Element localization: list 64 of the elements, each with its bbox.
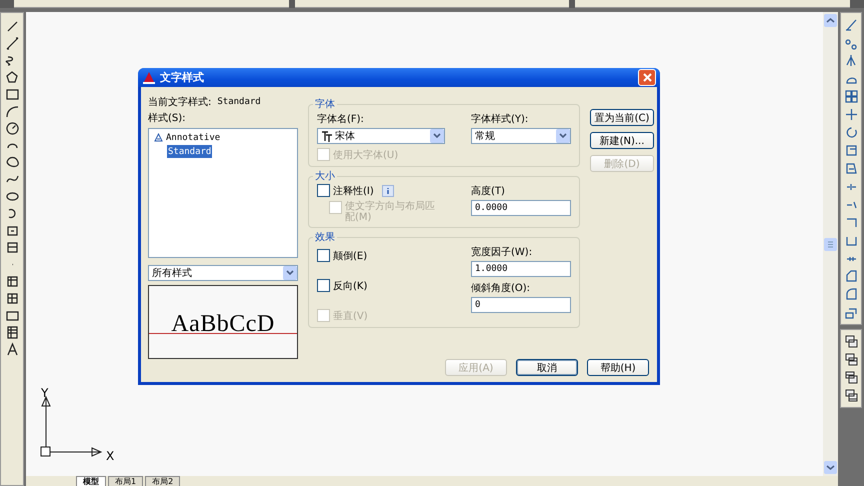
tool-icon[interactable] — [4, 121, 20, 136]
layout-tab[interactable]: 布局2 — [145, 476, 180, 486]
tool-icon[interactable] — [4, 342, 20, 357]
tool-icon[interactable] — [4, 36, 20, 51]
oblique-angle-input[interactable]: 0 — [471, 297, 571, 313]
dialog-button[interactable]: 新建(N)... — [590, 132, 654, 149]
annotative-icon — [154, 133, 163, 142]
scroll-up-icon[interactable] — [824, 14, 837, 27]
tool-icon[interactable] — [4, 70, 20, 85]
tool-icon[interactable] — [4, 325, 20, 340]
checkbox[interactable] — [317, 279, 330, 292]
truetype-icon — [321, 130, 332, 142]
field-label: 倾斜角度(O): — [471, 282, 532, 295]
group-title: 大小 — [314, 170, 336, 183]
checkbox[interactable] — [317, 249, 330, 262]
checkbox-label: 注释性(I) — [333, 184, 374, 198]
scroll-down-icon[interactable] — [824, 461, 837, 474]
group-title: 字体 — [314, 98, 336, 111]
preview-text: AaBbCcD — [171, 312, 275, 336]
dialog-button[interactable]: 帮助(H) — [587, 359, 649, 376]
checkbox-label: 颠倒(E) — [333, 250, 368, 263]
tool-icon[interactable] — [4, 291, 20, 306]
layout-tab[interactable]: 布局1 — [108, 476, 144, 486]
field-label: 高度(T) — [471, 184, 506, 198]
field-label: 字体样式(Y): — [471, 112, 530, 126]
group-title: 效果 — [314, 231, 336, 244]
style-filter-dropdown[interactable]: 所有样式 — [148, 265, 298, 281]
tool-icon[interactable] — [844, 388, 858, 403]
tool-icon[interactable] — [844, 370, 858, 385]
close-button[interactable] — [638, 69, 656, 86]
checkbox-label: 使用大字体(U) — [333, 148, 398, 162]
app-logo-icon — [142, 70, 156, 84]
close-icon[interactable] — [642, 73, 652, 82]
tool-icon[interactable] — [4, 87, 20, 102]
tool-icon[interactable] — [4, 104, 20, 119]
field-label: 字体名(F): — [317, 112, 365, 126]
height-input[interactable]: 0.0000 — [471, 200, 571, 216]
x-axis-label: X — [106, 449, 114, 463]
dialog-button[interactable]: 取消 — [516, 359, 578, 376]
y-axis-label: Y — [41, 386, 48, 400]
styles-label: 样式(S): — [148, 112, 187, 125]
checkbox-label: 使文字方向与布局匹配(M) — [345, 201, 436, 223]
current-style-value: Standard — [217, 97, 261, 107]
tool-icon[interactable] — [844, 334, 858, 349]
field-label: 宽度因子(W): — [471, 246, 534, 259]
style-item[interactable]: Standard — [167, 145, 212, 158]
checkbox-label: 垂直(V) — [333, 310, 368, 323]
font-style-dropdown[interactable]: 常规 — [471, 128, 571, 144]
width-factor-input[interactable]: 1.0000 — [471, 261, 571, 277]
tool-icon[interactable] — [4, 274, 20, 289]
scroll-thumb-icon[interactable] — [824, 238, 837, 250]
font-name-dropdown[interactable]: 宋体 — [317, 128, 445, 144]
dialog-title: 文字样式 — [160, 70, 205, 85]
tool-icon[interactable] — [4, 155, 20, 170]
tool-icon[interactable] — [844, 352, 858, 367]
checkbox-label: 反向(K) — [333, 280, 368, 293]
layout-tab[interactable]: 模型 — [76, 476, 106, 486]
vertical-scrollbar[interactable] — [823, 12, 838, 476]
style-item[interactable]: Annotative — [153, 131, 222, 144]
current-style-label: 当前文字样式: — [148, 96, 212, 109]
checkbox[interactable] — [317, 184, 330, 197]
dialog-button[interactable]: 置为当前(C) — [590, 109, 654, 126]
tool-icon[interactable] — [4, 240, 20, 255]
info-icon[interactable] — [382, 185, 394, 197]
